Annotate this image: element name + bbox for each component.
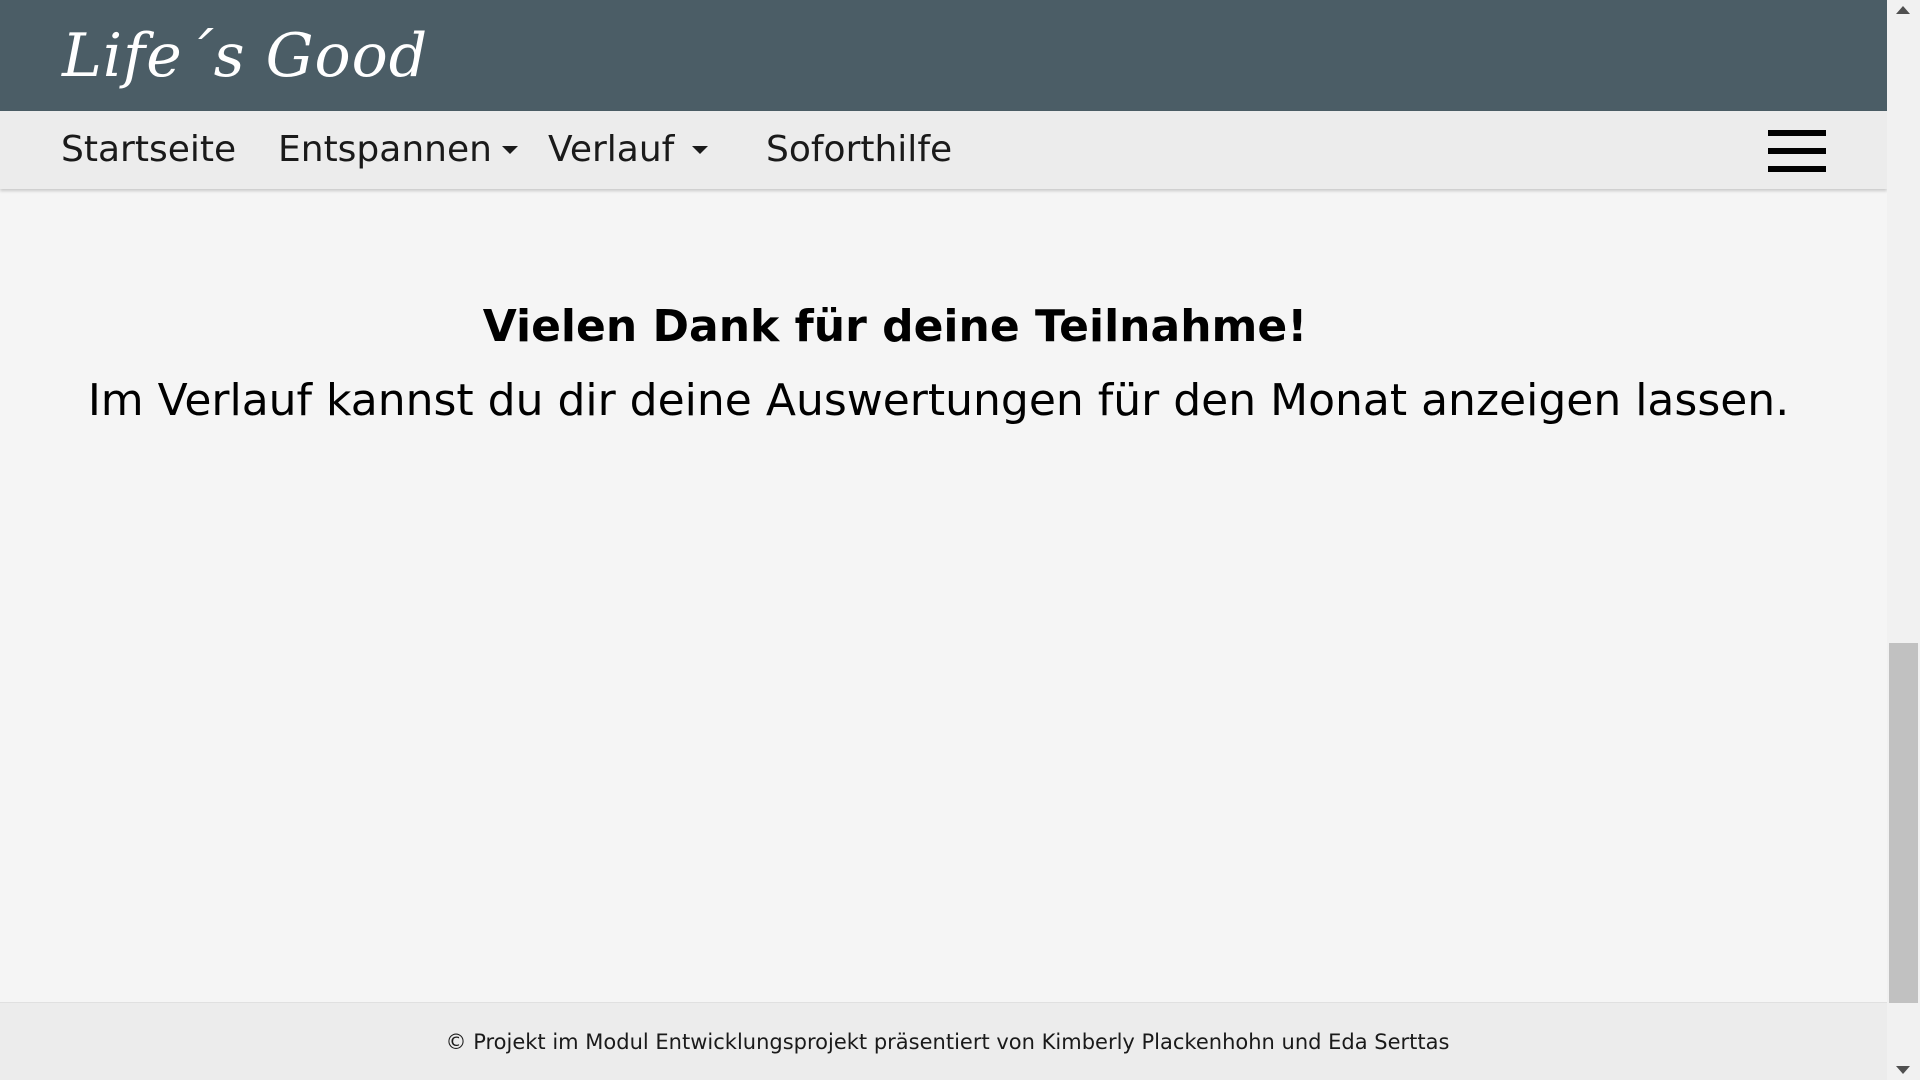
brand-header: Life´s Good: [0, 0, 1887, 111]
nav-item-label: Soforthilfe: [766, 129, 953, 170]
hamburger-bar: [1768, 148, 1826, 154]
footer-copyright: © Projekt im Modul Entwicklungsprojekt p…: [445, 1030, 1450, 1054]
hamburger-bar: [1768, 130, 1826, 136]
page: Life´s Good Startseite Entspannen Verlau…: [0, 0, 1920, 1080]
main-navigation: Startseite Entspannen Verlauf Soforthilf…: [0, 111, 1887, 189]
nav-item-soforthilfe[interactable]: Soforthilfe: [766, 111, 952, 189]
caret-down-icon: [692, 146, 709, 154]
scrollbar-thumb[interactable]: [1889, 643, 1918, 1003]
nav-item-label: Startseite: [61, 129, 237, 170]
browser-viewport: Life´s Good Startseite Entspannen Verlau…: [0, 0, 1887, 1080]
nav-item-label: Entspannen: [278, 129, 492, 170]
page-subtitle: Im Verlauf kannst du dir deine Auswertun…: [87, 375, 1790, 426]
nav-item-verlauf[interactable]: Verlauf: [548, 111, 709, 189]
main-content: Vielen Dank für deine Teilnahme! Im Verl…: [0, 189, 1887, 1002]
nav-item-label: Verlauf: [548, 129, 675, 170]
nav-item-startseite[interactable]: Startseite: [61, 111, 236, 189]
nav-item-entspannen[interactable]: Entspannen: [278, 111, 518, 189]
scroll-up-arrow-icon[interactable]: [1896, 6, 1910, 14]
page-footer: © Projekt im Modul Entwicklungsprojekt p…: [0, 1002, 1887, 1080]
caret-down-icon: [501, 146, 518, 154]
page-title: Vielen Dank für deine Teilnahme!: [482, 301, 1308, 352]
hamburger-bar: [1768, 166, 1826, 172]
vertical-scrollbar[interactable]: [1887, 0, 1920, 1080]
scroll-down-arrow-icon[interactable]: [1896, 1066, 1910, 1074]
hamburger-menu-icon[interactable]: [1768, 130, 1826, 172]
site-logo[interactable]: Life´s Good: [62, 14, 428, 98]
